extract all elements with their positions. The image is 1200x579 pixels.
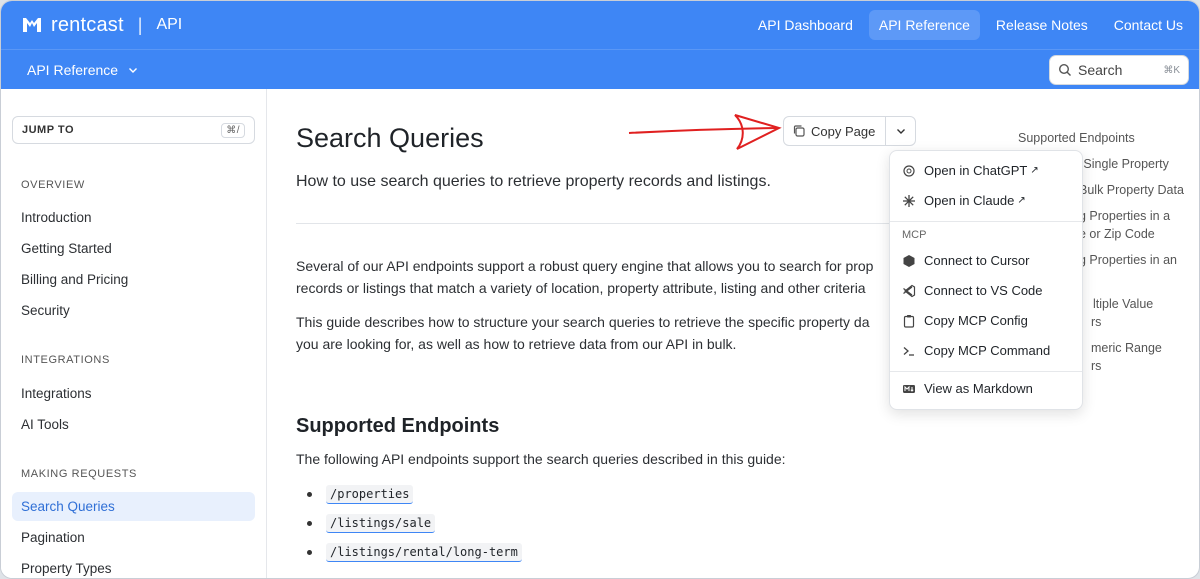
menu-item-label: Open in ChatGPT — [924, 163, 1028, 178]
sidebar-item-ai-tools[interactable]: AI Tools — [12, 410, 255, 439]
sidebar-item-security[interactable]: Security — [12, 296, 255, 325]
menu-divider — [890, 371, 1082, 372]
sidebar: JUMP TO ⌘/ OVERVIEW Introduction Getting… — [1, 89, 267, 578]
claude-icon — [902, 194, 916, 208]
toc-item[interactable]: g Properties in a — [1079, 207, 1199, 225]
jump-to-shortcut: ⌘/ — [221, 122, 245, 138]
menu-item-label: Open in Claude — [924, 193, 1015, 208]
search-icon — [1058, 63, 1071, 76]
page-subtitle: How to use search queries to retrieve pr… — [296, 173, 771, 190]
sidebar-item-integrations[interactable]: Integrations — [12, 379, 255, 408]
page-title: Search Queries — [296, 123, 484, 153]
clipboard-icon — [902, 314, 916, 328]
red-arrow-annotation-icon — [628, 114, 782, 150]
search-label: Search — [1078, 62, 1123, 78]
menu-item-label: Copy MCP Config — [924, 313, 1028, 328]
endpoint-link-listings-rental-long-term[interactable]: /listings/rental/long-term — [326, 543, 522, 562]
list-item: /properties — [307, 485, 414, 504]
copy-page-button[interactable]: Copy Page — [784, 117, 887, 145]
bullet — [307, 521, 312, 526]
terminal-icon — [902, 344, 916, 358]
copy-page-dropdown: Open in ChatGPT ↗ Open in Claude ↗ MCP C… — [889, 150, 1083, 410]
menu-item-copy-mcp-config[interactable]: Copy MCP Config — [902, 313, 1028, 328]
menu-item-copy-mcp-command[interactable]: Copy MCP Command — [902, 343, 1050, 358]
toc-item[interactable]: g Properties in an — [1079, 251, 1199, 269]
brand-logo[interactable]: rentcast | API — [21, 14, 182, 37]
copy-icon — [793, 125, 805, 137]
search-shortcut: ⌘K — [1163, 64, 1180, 76]
external-link-icon: ↗ — [1030, 165, 1039, 176]
guide-paragraph-line-2: you are looking for, as well as how to r… — [296, 336, 737, 352]
nav-release-notes[interactable]: Release Notes — [986, 10, 1098, 40]
toc-item[interactable]: Bulk Property Data — [1079, 181, 1199, 199]
copy-page-group: Copy Page — [783, 116, 917, 146]
external-link-icon: ↗ — [1017, 195, 1026, 206]
cursor-icon — [902, 254, 916, 268]
sidebar-item-pagination[interactable]: Pagination — [12, 523, 255, 552]
brand-name: rentcast — [51, 13, 124, 36]
bullet — [307, 492, 312, 497]
menu-item-open-in-chatgpt[interactable]: Open in ChatGPT ↗ — [902, 163, 1039, 178]
chevron-down-icon — [129, 67, 138, 73]
sidebar-item-getting-started[interactable]: Getting Started — [12, 234, 255, 263]
endpoint-link-listings-sale[interactable]: /listings/sale — [326, 514, 436, 533]
menu-section-mcp: MCP — [902, 229, 927, 241]
toc-item[interactable]: Supported Endpoints — [1018, 129, 1198, 147]
nav-api-reference[interactable]: API Reference — [868, 10, 980, 40]
toc-item[interactable]: a Single Property — [1073, 155, 1199, 173]
vscode-icon — [902, 284, 916, 298]
app-window: rentcast | API API Dashboard API Referen… — [0, 0, 1200, 579]
brand-product: API — [156, 16, 183, 33]
supported-endpoints-text: The following API endpoints support the … — [296, 451, 786, 467]
brand-separator: | — [137, 14, 143, 35]
intro-paragraph-line-2: records or listings that match a variety… — [296, 280, 866, 296]
list-item: /listings/sale — [307, 514, 436, 533]
endpoint-link-properties[interactable]: /properties — [326, 485, 414, 504]
sidebar-item-introduction[interactable]: Introduction — [12, 203, 255, 232]
top-nav: API Dashboard API Reference Release Note… — [748, 1, 1193, 49]
top-header: rentcast | API API Dashboard API Referen… — [1, 1, 1199, 49]
nav-api-dashboard[interactable]: API Dashboard — [748, 10, 863, 40]
menu-item-open-in-claude[interactable]: Open in Claude ↗ — [902, 193, 1026, 208]
section-select[interactable]: API Reference — [27, 62, 138, 78]
section-title-making-requests: MAKING REQUESTS — [21, 468, 137, 480]
toc-item[interactable]: e or Zip Code — [1079, 225, 1199, 243]
toc-item[interactable]: rs — [1091, 313, 1199, 331]
menu-item-connect-to-vs-code[interactable]: Connect to VS Code — [902, 283, 1043, 298]
menu-item-label: View as Markdown — [924, 381, 1033, 396]
menu-item-label: Connect to Cursor — [924, 253, 1030, 268]
section-select-label: API Reference — [27, 61, 119, 78]
menu-item-label: Copy MCP Command — [924, 343, 1051, 358]
section-title-integrations: INTEGRATIONS — [21, 354, 110, 366]
sidebar-item-billing-and-pricing[interactable]: Billing and Pricing — [12, 265, 255, 294]
guide-paragraph-line-1: This guide describes how to structure yo… — [296, 314, 870, 330]
sidebar-item-search-queries[interactable]: Search Queries — [12, 492, 255, 521]
supported-endpoints-heading: Supported Endpoints — [296, 415, 500, 437]
nav-contact-us[interactable]: Contact Us — [1104, 10, 1193, 40]
markdown-icon — [902, 382, 916, 396]
divider — [296, 223, 896, 224]
list-item: /listings/rental/long-term — [307, 543, 522, 562]
chevron-down-icon — [896, 129, 905, 134]
toc-item[interactable]: rs — [1091, 357, 1199, 375]
menu-item-view-as-markdown[interactable]: View as Markdown — [902, 381, 1033, 396]
search-button[interactable]: Search ⌘K — [1049, 55, 1189, 85]
chatgpt-icon — [902, 164, 916, 178]
rentcast-logo-icon — [23, 18, 41, 32]
jump-to-button[interactable]: JUMP TO ⌘/ — [12, 116, 255, 144]
sidebar-item-property-types[interactable]: Property Types — [12, 554, 255, 578]
sub-header: API Reference Search ⌘K — [1, 49, 1199, 89]
toc-item[interactable]: ltiple Value — [1093, 295, 1199, 313]
menu-item-connect-to-cursor[interactable]: Connect to Cursor — [902, 253, 1030, 268]
section-title-overview: OVERVIEW — [21, 179, 85, 191]
menu-item-label: Connect to VS Code — [924, 283, 1043, 298]
jump-to-label: JUMP TO — [22, 124, 74, 136]
toc-item[interactable]: meric Range — [1091, 339, 1199, 357]
bullet — [307, 550, 312, 555]
menu-divider — [890, 221, 1082, 222]
intro-paragraph-line-1: Several of our API endpoints support a r… — [296, 258, 874, 274]
copy-page-label: Copy Page — [811, 123, 876, 139]
copy-page-menu-toggle[interactable] — [886, 117, 915, 145]
